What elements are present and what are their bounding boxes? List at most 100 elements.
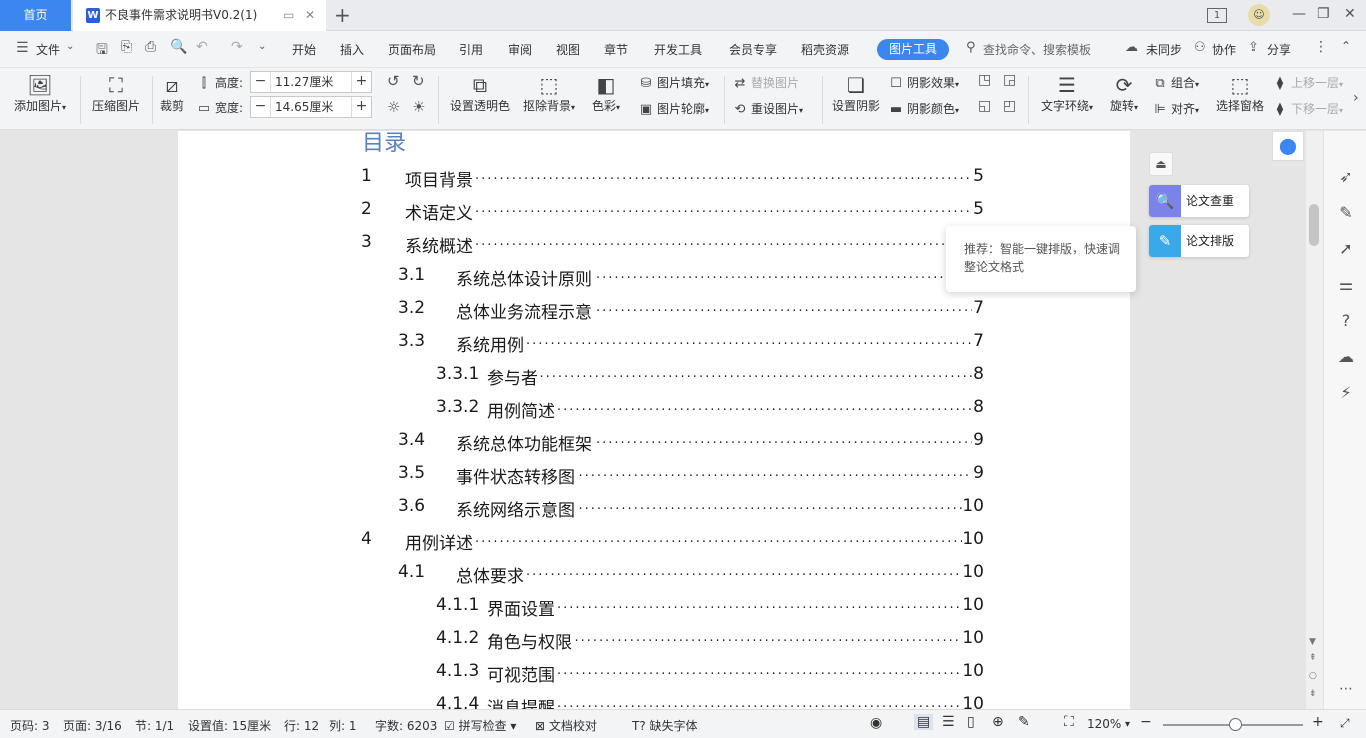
sync-status[interactable]: 未同步: [1146, 41, 1182, 58]
toc-entry[interactable]: 3.6 系统网络示意图..............................…: [178, 496, 1130, 521]
replace-picture-button[interactable]: ⇄ 替换图片: [732, 74, 799, 91]
collapse-ribbon-icon[interactable]: ⌃: [1341, 39, 1351, 53]
toc-entry[interactable]: 3.5 事件状态转移图..............................…: [178, 463, 1130, 488]
toc-entry[interactable]: 4.1 总体要求.................................…: [178, 562, 1130, 587]
tab-document[interactable]: W 不良事件需求说明书V0.2(1) ▭ ✕: [73, 0, 326, 31]
location-pin-icon[interactable]: ⬤: [1272, 131, 1304, 161]
toc-entry[interactable]: 1 项目背景...................................…: [178, 166, 1130, 191]
more-icon[interactable]: ⋮: [1314, 39, 1328, 55]
write-view-icon[interactable]: ✎: [1018, 714, 1030, 730]
status-row[interactable]: 行: 12: [284, 717, 319, 734]
tab-home[interactable]: 首页: [0, 0, 71, 31]
toc-entry[interactable]: 2 术语定义...................................…: [178, 199, 1130, 224]
toc-entry[interactable]: 3.3.2 用例简述...............................…: [178, 397, 1130, 422]
help-icon[interactable]: ?: [1336, 311, 1356, 330]
hamburger-icon[interactable]: ☰: [16, 40, 29, 56]
scrollbar-thumb[interactable]: [1309, 204, 1319, 246]
bring-forward-button[interactable]: ⧫ 上移一层▾: [1272, 74, 1343, 91]
workspace-badge[interactable]: 1: [1207, 8, 1227, 23]
prev-page-icon[interactable]: ⇞: [1309, 653, 1317, 663]
toc-entry[interactable]: 4.1.2 角色与权限..............................…: [178, 628, 1130, 653]
set-shadow-button[interactable]: ❏ 设置阴影: [830, 73, 882, 114]
outline-view-icon[interactable]: ☰: [942, 714, 955, 730]
rotate-left-icon[interactable]: ↺: [387, 72, 400, 90]
menu-docer[interactable]: 稻壳资源: [801, 41, 849, 58]
status-col[interactable]: 列: 1: [329, 717, 357, 734]
toc-entry[interactable]: 3.3.1 参与者................................…: [178, 364, 1130, 389]
width-increase-button[interactable]: +: [351, 97, 371, 117]
height-increase-button[interactable]: +: [351, 72, 371, 92]
web-view-icon[interactable]: ⊕: [992, 714, 1004, 730]
command-search[interactable]: 查找命令、搜索模板: [983, 41, 1091, 58]
next-page-icon[interactable]: ⇟: [1309, 689, 1317, 699]
compress-picture-button[interactable]: ⛶ 压缩图片: [88, 73, 144, 114]
status-page-count[interactable]: 页面: 3/16: [63, 717, 122, 734]
menu-developer[interactable]: 开发工具: [654, 41, 702, 58]
selection-pane-button[interactable]: ⬚ 选择窗格: [1214, 73, 1266, 114]
paper-format-button[interactable]: ✎ 论文排版: [1149, 225, 1249, 257]
scroll-down-arrow[interactable]: ▼: [1309, 637, 1316, 647]
shadow-left-icon[interactable]: ◱: [978, 98, 991, 114]
doc-proof-button[interactable]: ⊠ 文档校对: [535, 717, 597, 734]
zoom-dropdown-icon[interactable]: ▾: [1125, 719, 1130, 730]
document-page[interactable]: 目录 1 项目背景................................…: [178, 131, 1130, 709]
print-preview-icon[interactable]: 🔍: [170, 39, 187, 55]
toc-entry[interactable]: 3.4 系统总体功能框架.............................…: [178, 430, 1130, 455]
set-transparent-button[interactable]: ⧉ 设置透明色: [446, 73, 514, 114]
shadow-effect-button[interactable]: ☐ 阴影效果▾: [888, 74, 959, 91]
avatar[interactable]: ☺: [1248, 4, 1270, 26]
minimize-icon[interactable]: —: [1292, 6, 1306, 22]
cursor-icon[interactable]: ➚: [1336, 239, 1356, 258]
group-button[interactable]: ⧉ 组合▾: [1152, 74, 1199, 91]
width-input[interactable]: 14.65厘米: [275, 97, 333, 117]
brightness-up-icon[interactable]: ☀: [412, 98, 425, 116]
align-button[interactable]: ⊫ 对齐▾: [1152, 100, 1199, 117]
page-select-icon[interactable]: ○: [1309, 671, 1317, 681]
more-options-icon[interactable]: ⋯: [1336, 681, 1356, 697]
shadow-color-button[interactable]: ▬ 阴影颜色▾: [888, 100, 959, 117]
missing-font-button[interactable]: T? 缺失字体: [632, 717, 698, 734]
height-input[interactable]: 11.27厘米: [275, 72, 333, 92]
bulb-icon[interactable]: ⚡: [1336, 383, 1356, 402]
toc-entry[interactable]: 4.1.3 可视范围...............................…: [178, 661, 1130, 686]
status-section[interactable]: 节: 1/1: [135, 717, 174, 734]
rotate-right-icon[interactable]: ↻: [412, 72, 425, 90]
pen-icon[interactable]: ✎: [1336, 203, 1356, 222]
collapse-panel-button[interactable]: ⏏: [1149, 152, 1173, 176]
brightness-down-icon[interactable]: ☼: [387, 98, 400, 116]
menu-start[interactable]: 开始: [292, 41, 316, 58]
zoom-out-button[interactable]: −: [1140, 714, 1152, 730]
menu-file[interactable]: 文件: [36, 41, 60, 58]
add-picture-button[interactable]: 🖼 添加图片▾: [10, 73, 70, 114]
undo-icon[interactable]: ↶: [196, 39, 208, 55]
plagiarism-check-button[interactable]: 🔍 论文查重: [1149, 185, 1249, 217]
export-icon[interactable]: ⎘: [121, 39, 132, 55]
ribbon-scroll-right-icon[interactable]: ›: [1353, 90, 1359, 106]
menu-view[interactable]: 视图: [556, 41, 580, 58]
toc-entry[interactable]: 3.3 系统用例.................................…: [178, 331, 1130, 356]
status-setting[interactable]: 设置值: 15厘米: [188, 717, 271, 734]
status-page-number[interactable]: 页码: 3: [10, 717, 50, 734]
zoom-icon[interactable]: ⛶: [1064, 714, 1074, 730]
status-word-count[interactable]: 字数: 6203: [375, 717, 437, 734]
picture-fill-button[interactable]: ⛁ 图片填充▾: [638, 74, 709, 91]
close-window-icon[interactable]: ✕: [1344, 6, 1356, 22]
width-spinner[interactable]: − 14.65厘米 +: [250, 96, 372, 118]
menu-chapter[interactable]: 章节: [604, 41, 628, 58]
page-view-icon[interactable]: ▤: [914, 714, 934, 730]
text-wrap-button[interactable]: ☰ 文字环绕▾: [1036, 73, 1098, 114]
redo-icon[interactable]: ↷: [231, 39, 243, 55]
reset-picture-button[interactable]: ⟲ 重设图片▾: [732, 100, 803, 117]
color-button[interactable]: ◧ 色彩▾: [586, 73, 626, 114]
print-icon[interactable]: ⎙: [145, 39, 156, 55]
picture-outline-button[interactable]: ▣ 图片轮廓▾: [638, 100, 709, 117]
send-backward-button[interactable]: ⧫ 下移一层▾: [1272, 100, 1343, 117]
rotate-button[interactable]: ⟳ 旋转▾: [1104, 73, 1144, 114]
save-icon[interactable]: 🖫: [96, 39, 108, 63]
toc-entry[interactable]: 3.2 总体业务流程示意.............................…: [178, 298, 1130, 323]
height-spinner[interactable]: − 11.27厘米 +: [250, 71, 372, 93]
collaborate-button[interactable]: 协作: [1212, 41, 1236, 58]
toc-entry[interactable]: 4 用例详述...................................…: [178, 529, 1130, 554]
toc-entry[interactable]: 4.1.4 消息提醒...............................…: [178, 694, 1130, 709]
rocket-icon[interactable]: ➶: [1336, 167, 1356, 186]
